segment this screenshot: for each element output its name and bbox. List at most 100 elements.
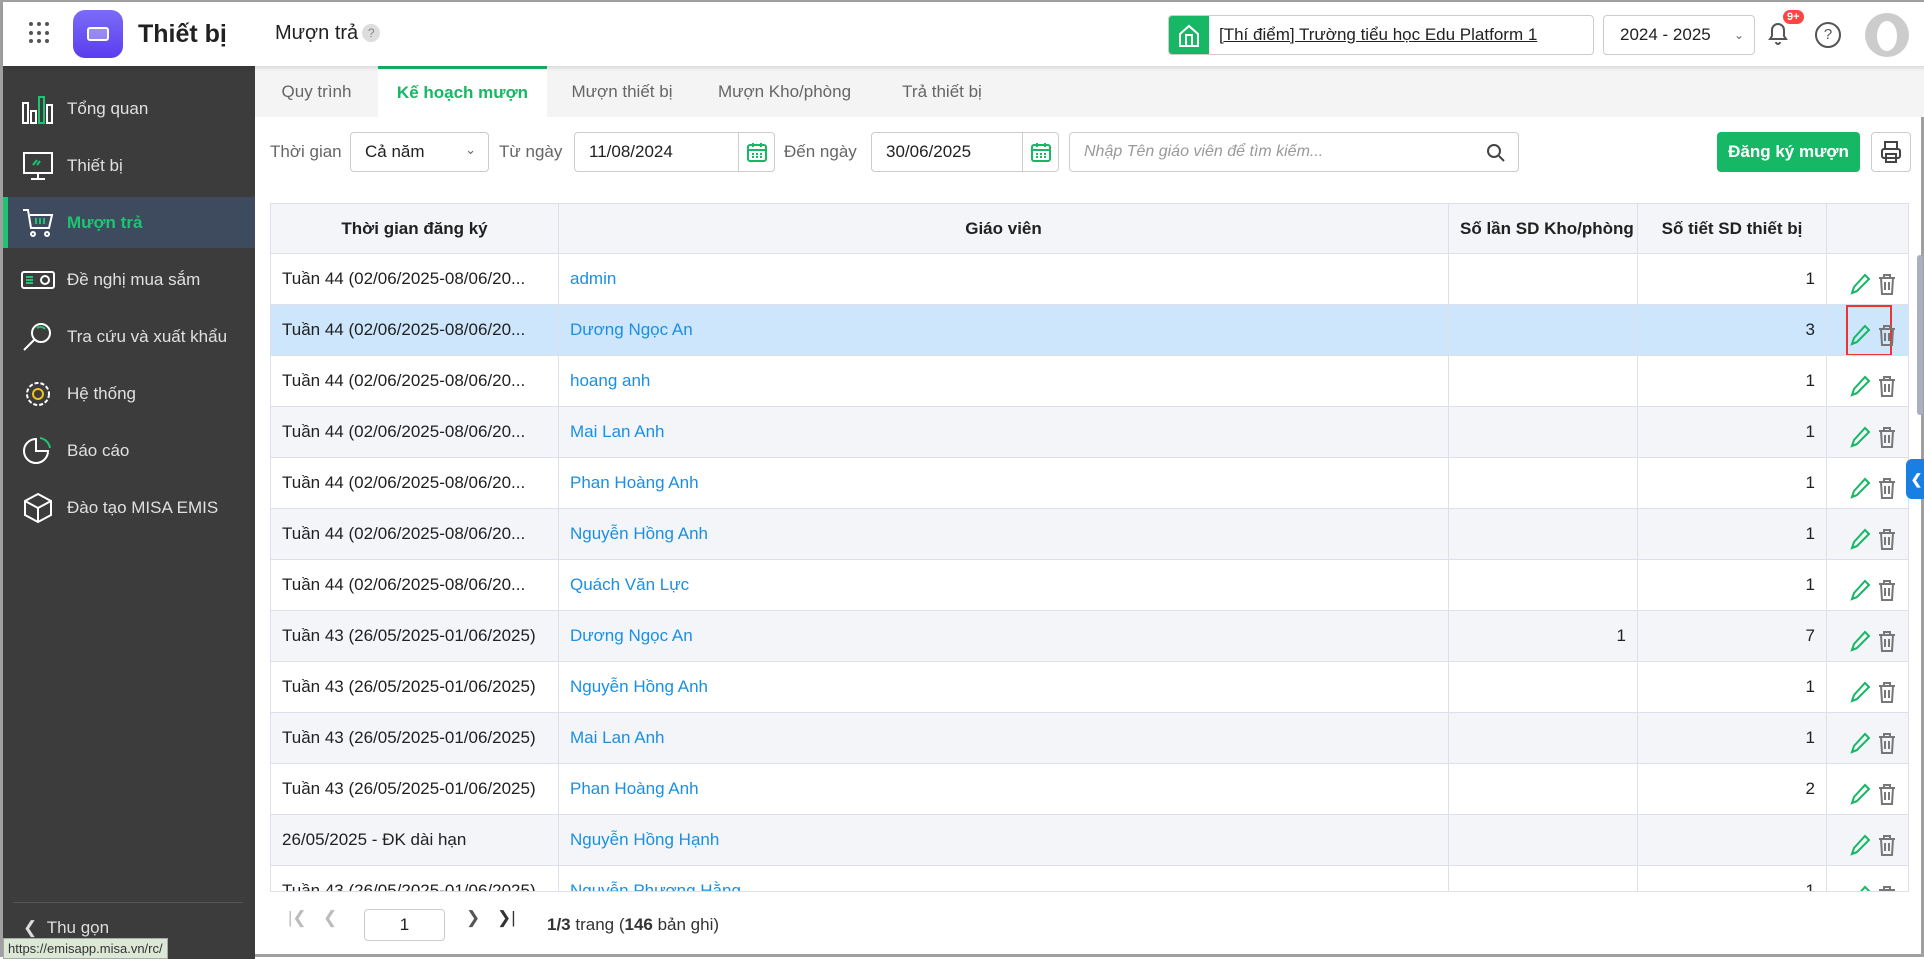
delete-trash-icon[interactable] bbox=[1877, 419, 1897, 457]
edit-pencil-icon[interactable] bbox=[1849, 419, 1871, 457]
sidebar-item-muon-tra[interactable]: Mượn trả bbox=[3, 197, 255, 248]
cell-device-periods: 7 bbox=[1638, 611, 1827, 661]
edit-pencil-icon[interactable] bbox=[1849, 623, 1871, 661]
school-year-select[interactable]: 2024 - 2025 ⌄ bbox=[1603, 15, 1755, 55]
edit-pencil-icon[interactable] bbox=[1849, 521, 1871, 559]
table-row[interactable]: Tuần 43 (26/05/2025-01/06/2025) Nguyễn H… bbox=[271, 662, 1908, 713]
page-number-input[interactable]: 1 bbox=[364, 909, 445, 941]
table-row[interactable]: Tuần 44 (02/06/2025-08/06/20... hoang an… bbox=[271, 356, 1908, 407]
edit-pencil-icon[interactable] bbox=[1849, 266, 1871, 304]
delete-trash-icon[interactable] bbox=[1877, 368, 1897, 406]
cell-teacher: Dương Ngọc An bbox=[559, 611, 1449, 661]
school-selector[interactable]: [Thí điểm] Trường tiểu học Edu Platform … bbox=[1168, 15, 1594, 55]
school-name[interactable]: [Thí điểm] Trường tiểu học Edu Platform … bbox=[1209, 16, 1537, 54]
table-row[interactable]: Tuần 44 (02/06/2025-08/06/20... admin 1 bbox=[271, 254, 1908, 305]
table-row[interactable]: Tuần 43 (26/05/2025-01/06/2025) Phan Hoà… bbox=[271, 764, 1908, 815]
table-row[interactable]: Tuần 44 (02/06/2025-08/06/20... Mai Lan … bbox=[271, 407, 1908, 458]
sidebar-item-de-nghi-mua-sam[interactable]: Đề nghị mua sắm bbox=[3, 254, 255, 305]
cell-time: Tuần 44 (02/06/2025-08/06/20... bbox=[271, 356, 559, 406]
side-panel-toggle[interactable]: ❮ bbox=[1906, 459, 1924, 499]
edit-pencil-icon[interactable] bbox=[1849, 368, 1871, 406]
delete-trash-icon[interactable] bbox=[1877, 725, 1897, 763]
teacher-link[interactable]: Quách Văn Lực bbox=[570, 575, 689, 594]
edit-pencil-icon[interactable] bbox=[1849, 317, 1871, 355]
cell-teacher: Nguyễn Hồng Anh bbox=[559, 509, 1449, 559]
teacher-link[interactable]: admin bbox=[570, 269, 616, 288]
teacher-link[interactable]: Phan Hoàng Anh bbox=[570, 779, 699, 798]
table-row[interactable]: 26/05/2025 - ĐK dài hạn Nguyễn Hồng Hạnh bbox=[271, 815, 1908, 866]
delete-trash-icon[interactable] bbox=[1877, 572, 1897, 610]
next-page-icon[interactable]: ❯ bbox=[466, 908, 480, 928]
calendar-icon[interactable] bbox=[738, 133, 774, 171]
register-borrow-button[interactable]: Đăng ký mượn bbox=[1717, 132, 1860, 172]
sidebar-item-he-thong[interactable]: Hệ thống bbox=[3, 368, 255, 419]
prev-page-icon[interactable]: ❮ bbox=[323, 908, 337, 928]
collapse-button[interactable]: ❮ Thu gọn bbox=[23, 918, 109, 938]
print-button[interactable] bbox=[1871, 132, 1911, 172]
tab-quy-trinh[interactable]: Quy trình bbox=[255, 66, 378, 117]
delete-trash-icon[interactable] bbox=[1877, 266, 1897, 304]
delete-trash-icon[interactable] bbox=[1877, 521, 1897, 559]
table-row[interactable]: Tuần 43 (26/05/2025-01/06/2025) Nguyễn P… bbox=[271, 866, 1908, 891]
sidebar-item-bao-cao[interactable]: Báo cáo bbox=[3, 425, 255, 476]
from-date-input[interactable]: 11/08/2024 bbox=[574, 132, 775, 172]
teacher-link[interactable]: Nguyễn Hồng Anh bbox=[570, 524, 708, 543]
delete-trash-icon[interactable] bbox=[1877, 470, 1897, 508]
teacher-link[interactable]: Dương Ngọc An bbox=[570, 626, 693, 645]
teacher-link[interactable]: Nguyễn Hồng Anh bbox=[570, 677, 708, 696]
teacher-search-input[interactable]: Nhập Tên giáo viên để tìm kiếm... bbox=[1069, 132, 1519, 172]
calendar-icon[interactable] bbox=[1022, 133, 1058, 171]
app-grid-icon[interactable] bbox=[29, 22, 51, 44]
table-row[interactable]: Tuần 43 (26/05/2025-01/06/2025) Mai Lan … bbox=[271, 713, 1908, 764]
delete-trash-icon[interactable] bbox=[1877, 674, 1897, 712]
cell-time: Tuần 43 (26/05/2025-01/06/2025) bbox=[271, 713, 559, 763]
cell-teacher: Mai Lan Anh bbox=[559, 407, 1449, 457]
edit-pencil-icon[interactable] bbox=[1849, 776, 1871, 814]
tab-tra-thiet-bi[interactable]: Trả thiết bị bbox=[872, 66, 1012, 117]
first-page-icon[interactable]: |❮ bbox=[288, 908, 307, 928]
chart-icon bbox=[22, 95, 53, 124]
delete-trash-icon[interactable] bbox=[1877, 623, 1897, 661]
edit-pencil-icon[interactable] bbox=[1849, 674, 1871, 712]
help-icon[interactable]: ? bbox=[1815, 22, 1841, 48]
edit-pencil-icon[interactable] bbox=[1849, 572, 1871, 610]
table-row[interactable]: Tuần 44 (02/06/2025-08/06/20... Nguyễn H… bbox=[271, 509, 1908, 560]
tab-muon-thiet-bi[interactable]: Mượn thiết bị bbox=[547, 66, 697, 117]
help-hint-icon[interactable]: ? bbox=[362, 24, 381, 42]
sidebar-item-tong-quan[interactable]: Tổng quan bbox=[3, 83, 255, 134]
edit-pencil-icon[interactable] bbox=[1849, 827, 1871, 865]
search-icon[interactable] bbox=[1486, 143, 1506, 163]
sidebar-item-dao-tao[interactable]: Đào tạo MISA EMIS bbox=[3, 482, 255, 533]
sidebar-item-tra-cuu[interactable]: Tra cứu và xuất khẩu bbox=[3, 311, 255, 362]
time-select[interactable]: Cả năm ⌄ bbox=[350, 132, 489, 172]
table-row[interactable]: Tuần 44 (02/06/2025-08/06/20... Phan Hoà… bbox=[271, 458, 1908, 509]
to-date-input[interactable]: 30/06/2025 bbox=[871, 132, 1059, 172]
delete-trash-icon[interactable] bbox=[1877, 878, 1897, 891]
teacher-link[interactable]: Dương Ngọc An bbox=[570, 320, 693, 339]
edit-pencil-icon[interactable] bbox=[1849, 470, 1871, 508]
avatar[interactable] bbox=[1865, 13, 1909, 57]
teacher-link[interactable]: hoang anh bbox=[570, 371, 650, 390]
sidebar-item-thiet-bi[interactable]: Thiết bị bbox=[3, 140, 255, 191]
table-row[interactable]: Tuần 43 (26/05/2025-01/06/2025) Dương Ng… bbox=[271, 611, 1908, 662]
edit-pencil-icon[interactable] bbox=[1849, 878, 1871, 891]
table-scrollbar[interactable] bbox=[1917, 255, 1923, 415]
teacher-link[interactable]: Nguyễn Hồng Hạnh bbox=[570, 830, 719, 849]
delete-trash-icon[interactable] bbox=[1877, 776, 1897, 814]
table-row[interactable]: Tuần 44 (02/06/2025-08/06/20... Dương Ng… bbox=[271, 305, 1908, 356]
cell-time: Tuần 44 (02/06/2025-08/06/20... bbox=[271, 407, 559, 457]
teacher-link[interactable]: Mai Lan Anh bbox=[570, 728, 665, 747]
delete-trash-icon[interactable] bbox=[1877, 827, 1897, 865]
cell-teacher: admin bbox=[559, 254, 1449, 304]
cell-actions bbox=[1827, 305, 1908, 355]
edit-pencil-icon[interactable] bbox=[1849, 725, 1871, 763]
teacher-link[interactable]: Phan Hoàng Anh bbox=[570, 473, 699, 492]
teacher-link[interactable]: Mai Lan Anh bbox=[570, 422, 665, 441]
to-date-label: Đến ngày bbox=[784, 142, 857, 161]
last-page-icon[interactable]: ❯| bbox=[497, 908, 516, 928]
tab-muon-kho-phong[interactable]: Mượn Kho/phòng bbox=[697, 66, 872, 117]
delete-trash-icon[interactable] bbox=[1877, 317, 1897, 355]
teacher-link[interactable]: Nguyễn Phương Hằng bbox=[570, 881, 741, 891]
table-row[interactable]: Tuần 44 (02/06/2025-08/06/20... Quách Vă… bbox=[271, 560, 1908, 611]
tab-ke-hoach-muon[interactable]: Kế hoạch mượn bbox=[378, 66, 547, 117]
